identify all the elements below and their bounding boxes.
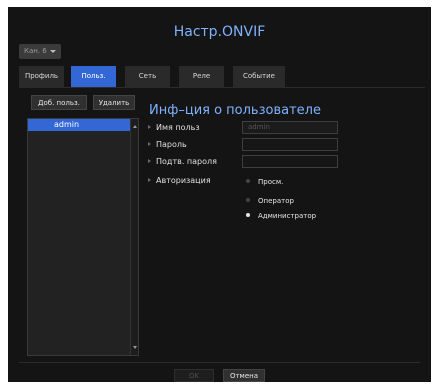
username-label: Имя польз bbox=[148, 123, 200, 132]
channel-select[interactable]: Кан. 6 bbox=[19, 44, 61, 59]
add-user-button[interactable]: Доб. польз. bbox=[31, 95, 87, 110]
tab-network[interactable]: Сеть bbox=[125, 66, 170, 87]
auth-admin-label: Администратор bbox=[258, 212, 317, 220]
scroll-up-icon[interactable] bbox=[133, 125, 137, 128]
authorization-label-text: Авторизация bbox=[156, 176, 211, 185]
tab-bar: Профиль Польз. Сеть Реле Событие bbox=[19, 66, 425, 88]
radio-dot-icon bbox=[246, 198, 250, 202]
username-field: admin bbox=[242, 121, 338, 134]
auth-admin-radio[interactable]: Администратор bbox=[246, 211, 316, 221]
username-label-text: Имя польз bbox=[156, 123, 200, 132]
bullet-icon bbox=[148, 178, 151, 182]
confirm-password-field[interactable] bbox=[242, 155, 338, 168]
chevron-down-icon bbox=[50, 50, 56, 53]
password-label-text: Пароль bbox=[156, 140, 187, 149]
list-item[interactable]: admin bbox=[28, 119, 132, 131]
bullet-icon bbox=[148, 159, 151, 163]
scroll-down-icon[interactable] bbox=[133, 346, 137, 349]
channel-select-value: Кан. 6 bbox=[24, 47, 47, 55]
ok-button[interactable]: OK bbox=[174, 369, 214, 382]
auth-viewer-label: Просм. bbox=[258, 178, 284, 186]
tab-profile[interactable]: Профиль bbox=[19, 66, 64, 87]
bullet-icon bbox=[148, 125, 151, 129]
footer-divider bbox=[19, 362, 420, 363]
tab-event[interactable]: Событие bbox=[233, 66, 285, 87]
bullet-icon bbox=[148, 142, 151, 146]
auth-operator-label: Оператор bbox=[258, 197, 294, 205]
dialog-title: Настр.ONVIF bbox=[173, 24, 266, 40]
delete-user-button[interactable]: Удалить bbox=[93, 95, 135, 110]
confirm-password-label: Подтв. пароля bbox=[148, 157, 217, 166]
tab-users[interactable]: Польз. bbox=[71, 66, 116, 87]
authorization-label: Авторизация bbox=[148, 176, 211, 185]
radio-dot-icon bbox=[246, 179, 250, 183]
radio-dot-icon bbox=[246, 213, 250, 217]
password-label: Пароль bbox=[148, 140, 187, 149]
user-list[interactable]: admin bbox=[27, 118, 139, 356]
onvif-settings-dialog: Настр.ONVIF Кан. 6 Профиль Польз. Сеть Р… bbox=[8, 7, 431, 382]
tab-relay[interactable]: Реле bbox=[179, 66, 224, 87]
password-field[interactable] bbox=[242, 138, 338, 151]
confirm-password-label-text: Подтв. пароля bbox=[156, 157, 217, 166]
cancel-button[interactable]: Отмена bbox=[223, 369, 265, 382]
user-list-scrollbar[interactable] bbox=[130, 119, 138, 355]
auth-viewer-radio[interactable]: Просм. bbox=[246, 177, 283, 187]
user-info-title: Инф–ция о пользователе bbox=[149, 103, 321, 118]
auth-operator-radio[interactable]: Оператор bbox=[246, 196, 294, 206]
